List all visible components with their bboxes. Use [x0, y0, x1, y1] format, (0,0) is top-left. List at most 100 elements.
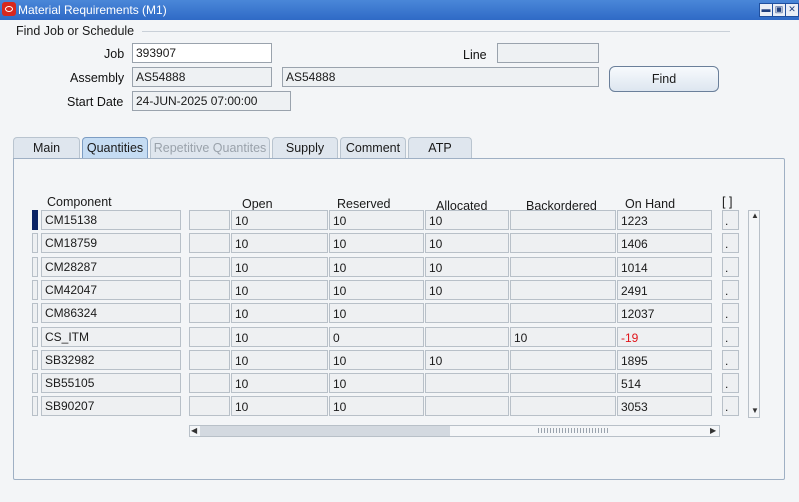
open-cell[interactable]: 10 [231, 257, 328, 277]
flex-cell[interactable]: . [722, 210, 739, 230]
open-cell[interactable]: 10 [231, 350, 328, 370]
reserved-cell[interactable]: 0 [329, 327, 424, 347]
backordered-cell[interactable] [510, 257, 616, 277]
row-selector[interactable] [32, 396, 38, 416]
on-hand-cell[interactable]: 3053 [617, 396, 712, 416]
reserved-cell[interactable]: 10 [329, 303, 424, 323]
backordered-cell[interactable] [510, 373, 616, 393]
tab-quantities[interactable]: Quantities [82, 137, 148, 158]
on-hand-cell[interactable]: 1895 [617, 350, 712, 370]
reserved-cell[interactable]: 10 [329, 373, 424, 393]
blank-cell[interactable] [189, 257, 230, 277]
blank-cell[interactable] [189, 210, 230, 230]
component-cell[interactable]: SB90207 [41, 396, 181, 416]
row-selector[interactable] [32, 303, 38, 323]
backordered-cell[interactable] [510, 233, 616, 253]
blank-cell[interactable] [189, 396, 230, 416]
reserved-cell[interactable]: 10 [329, 280, 424, 300]
scroll-up-icon[interactable]: ▲ [751, 211, 759, 220]
assembly-description-field[interactable]: AS54888 [282, 67, 599, 87]
flex-cell[interactable]: . [722, 373, 739, 393]
blank-cell[interactable] [189, 373, 230, 393]
minimize-button[interactable]: ▬ [759, 3, 773, 17]
on-hand-cell[interactable]: 1406 [617, 233, 712, 253]
scroll-down-icon[interactable]: ▼ [751, 406, 759, 415]
open-cell[interactable]: 10 [231, 280, 328, 300]
assembly-field[interactable]: AS54888 [132, 67, 272, 87]
close-button[interactable]: ✕ [785, 3, 799, 17]
vertical-scrollbar[interactable] [748, 210, 760, 418]
component-cell[interactable]: CM86324 [41, 303, 181, 323]
on-hand-cell[interactable]: 2491 [617, 280, 712, 300]
row-selector[interactable] [32, 327, 38, 347]
component-cell[interactable]: CS_ITM [41, 327, 181, 347]
line-field[interactable] [497, 43, 599, 63]
maximize-button[interactable]: ▣ [772, 3, 786, 17]
job-field[interactable]: 393907 [132, 43, 272, 63]
tab-comment[interactable]: Comment [340, 137, 406, 158]
flex-cell[interactable]: . [722, 396, 739, 416]
reserved-cell[interactable]: 10 [329, 396, 424, 416]
open-cell[interactable]: 10 [231, 373, 328, 393]
reserved-cell[interactable]: 10 [329, 233, 424, 253]
open-cell[interactable]: 10 [231, 303, 328, 323]
row-selector[interactable] [32, 350, 38, 370]
component-cell[interactable]: SB55105 [41, 373, 181, 393]
allocated-cell[interactable]: 10 [425, 350, 509, 370]
reserved-cell[interactable]: 10 [329, 350, 424, 370]
blank-cell[interactable] [189, 327, 230, 347]
scroll-left-icon[interactable]: ◀ [191, 426, 197, 435]
tab-supply[interactable]: Supply [272, 137, 338, 158]
tab-atp[interactable]: ATP [408, 137, 472, 158]
flex-cell[interactable]: . [722, 257, 739, 277]
on-hand-cell[interactable]: -19 [617, 327, 712, 347]
open-cell[interactable]: 10 [231, 233, 328, 253]
allocated-cell[interactable]: 10 [425, 280, 509, 300]
allocated-cell[interactable]: 10 [425, 233, 509, 253]
backordered-cell[interactable] [510, 303, 616, 323]
flex-cell[interactable]: . [722, 233, 739, 253]
blank-cell[interactable] [189, 350, 230, 370]
allocated-cell[interactable] [425, 327, 509, 347]
allocated-cell[interactable] [425, 396, 509, 416]
folder-flex-header[interactable]: [ ] [722, 195, 732, 209]
on-hand-cell[interactable]: 1014 [617, 257, 712, 277]
component-cell[interactable]: CM42047 [41, 280, 181, 300]
flex-cell[interactable]: . [722, 327, 739, 347]
flex-cell[interactable]: . [722, 303, 739, 323]
backordered-cell[interactable] [510, 280, 616, 300]
flex-cell[interactable]: . [722, 280, 739, 300]
blank-cell[interactable] [189, 233, 230, 253]
backordered-cell[interactable] [510, 350, 616, 370]
blank-cell[interactable] [189, 280, 230, 300]
on-hand-cell[interactable]: 12037 [617, 303, 712, 323]
allocated-cell[interactable]: 10 [425, 210, 509, 230]
allocated-cell[interactable] [425, 373, 509, 393]
component-cell[interactable]: CM18759 [41, 233, 181, 253]
reserved-cell[interactable]: 10 [329, 257, 424, 277]
allocated-cell[interactable] [425, 303, 509, 323]
start-date-field[interactable]: 24-JUN-2025 07:00:00 [132, 91, 291, 111]
row-selector[interactable] [32, 233, 38, 253]
open-cell[interactable]: 10 [231, 210, 328, 230]
open-cell[interactable]: 10 [231, 396, 328, 416]
component-cell[interactable]: CM15138 [41, 210, 181, 230]
reserved-cell[interactable]: 10 [329, 210, 424, 230]
scroll-right-icon[interactable]: ▶ [710, 426, 716, 435]
horizontal-scroll-thumb[interactable] [200, 426, 450, 436]
component-cell[interactable]: SB32982 [41, 350, 181, 370]
tab-main[interactable]: Main [13, 137, 80, 158]
blank-cell[interactable] [189, 303, 230, 323]
on-hand-cell[interactable]: 514 [617, 373, 712, 393]
backordered-cell[interactable] [510, 210, 616, 230]
on-hand-cell[interactable]: 1223 [617, 210, 712, 230]
backordered-cell[interactable]: 10 [510, 327, 616, 347]
open-cell[interactable]: 10 [231, 327, 328, 347]
backordered-cell[interactable] [510, 396, 616, 416]
row-selector[interactable] [32, 373, 38, 393]
row-selector[interactable] [32, 257, 38, 277]
row-selector[interactable] [32, 280, 38, 300]
row-selector[interactable] [32, 210, 38, 230]
allocated-cell[interactable]: 10 [425, 257, 509, 277]
flex-cell[interactable]: . [722, 350, 739, 370]
